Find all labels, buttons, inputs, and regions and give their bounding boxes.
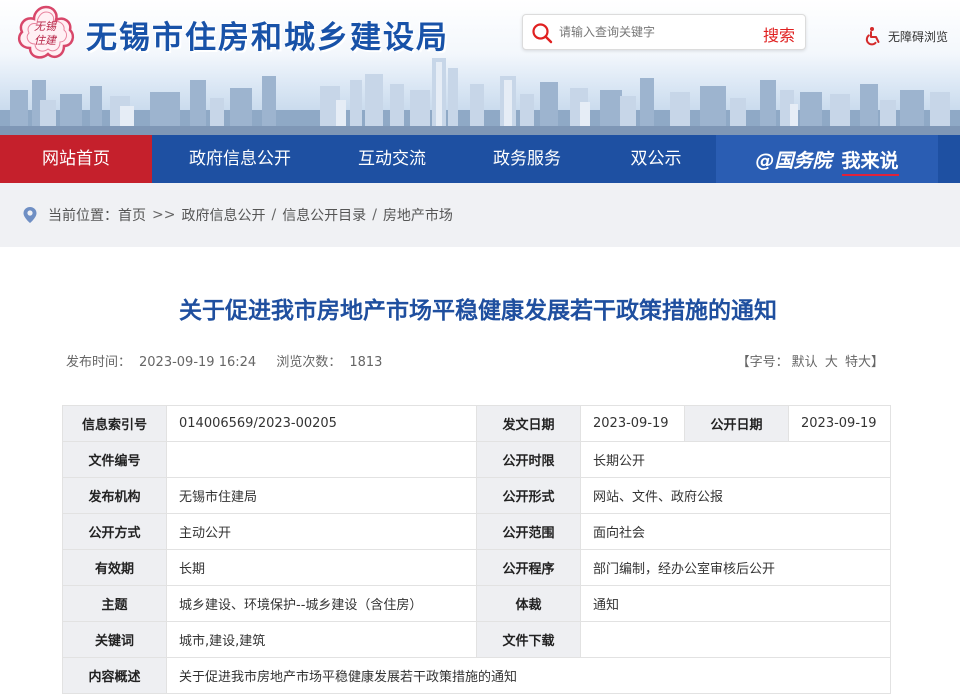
nav-item-home[interactable]: 网站首页 bbox=[0, 135, 152, 183]
info-value: 城市,建设,建筑 bbox=[166, 621, 477, 658]
info-label: 信息索引号 bbox=[62, 405, 167, 442]
state-council-label: @国务院 bbox=[755, 149, 832, 172]
info-value: 网站、文件、政府公报 bbox=[580, 477, 891, 514]
breadcrumb-real-estate[interactable]: 房地产市场 bbox=[383, 205, 453, 225]
accessibility-link[interactable]: 无障碍浏览 bbox=[864, 26, 948, 46]
publish-time-label: 发布时间： 2023-09-19 16:24 bbox=[66, 355, 264, 370]
site-title: 无锡市住房和城乡建设局 bbox=[86, 20, 449, 56]
info-label: 公开方式 bbox=[62, 513, 167, 550]
info-value: 主动公开 bbox=[166, 513, 477, 550]
nav-item-gov-services[interactable]: 政务服务 bbox=[464, 135, 590, 183]
info-value: 面向社会 bbox=[580, 513, 891, 550]
info-label: 主题 bbox=[62, 585, 167, 622]
table-row: 主题 城乡建设、环境保护--城乡建设（含住房） 体裁 通知 bbox=[62, 585, 891, 622]
font-size-end: 】 bbox=[870, 355, 884, 370]
info-label: 体裁 bbox=[476, 585, 581, 622]
state-council-feedback-link[interactable]: @国务院 我来说 bbox=[716, 135, 938, 183]
info-value: 关于促进我市房地产市场平稳健康发展若干政策措施的通知 bbox=[166, 657, 891, 694]
wheelchair-icon bbox=[865, 27, 880, 46]
nav-item-gov-info[interactable]: 政府信息公开 bbox=[160, 135, 320, 183]
info-label: 文件编号 bbox=[62, 441, 167, 478]
search-box: 搜索 bbox=[522, 14, 806, 50]
nav-item-double-publicity[interactable]: 双公示 bbox=[596, 135, 716, 183]
info-label: 发布机构 bbox=[62, 477, 167, 514]
table-row: 公开方式 主动公开 公开范围 面向社会 bbox=[62, 513, 891, 550]
info-label: 有效期 bbox=[62, 549, 167, 586]
info-value: 长期 bbox=[166, 549, 477, 586]
breadcrumb-separator: / bbox=[372, 207, 377, 223]
info-value: 部门编制，经办公室审核后公开 bbox=[580, 549, 891, 586]
font-size-xlarge[interactable]: 特大 bbox=[845, 355, 871, 370]
table-row: 文件编号 公开时限 长期公开 bbox=[62, 441, 891, 478]
info-label: 公开程序 bbox=[476, 549, 581, 586]
publish-time: 2023-09-19 16:24 bbox=[139, 355, 257, 370]
font-size-large[interactable]: 大 bbox=[825, 355, 838, 370]
logo-icon: 无锡 住建 bbox=[18, 5, 75, 59]
main-nav: 网站首页 政府信息公开 互动交流 政务服务 双公示 @国务院 我来说 bbox=[0, 135, 960, 183]
table-row: 信息索引号 014006569/2023-00205 发文日期 2023-09-… bbox=[62, 405, 891, 442]
breadcrumb-separator: / bbox=[271, 207, 277, 223]
breadcrumb-separator: >> bbox=[152, 207, 176, 223]
info-table: 信息索引号 014006569/2023-00205 发文日期 2023-09-… bbox=[62, 405, 891, 694]
file-download-link[interactable] bbox=[580, 621, 891, 658]
info-value: 城乡建设、环境保护--城乡建设（含住房） bbox=[166, 585, 477, 622]
search-input[interactable] bbox=[559, 22, 749, 42]
views-count: 1813 bbox=[349, 355, 383, 370]
info-label: 关键词 bbox=[62, 621, 167, 658]
info-label: 文件下载 bbox=[476, 621, 581, 658]
info-value: 通知 bbox=[580, 585, 891, 622]
publish-label: 发布时间： bbox=[66, 355, 132, 370]
info-value bbox=[166, 441, 477, 478]
views-text: 浏览次数： bbox=[276, 355, 342, 370]
location-pin-icon bbox=[23, 207, 37, 223]
table-row: 关键词 城市,建设,建筑 文件下载 bbox=[62, 621, 891, 658]
info-label: 公开日期 bbox=[684, 405, 789, 442]
info-label: 公开形式 bbox=[476, 477, 581, 514]
info-label: 内容概述 bbox=[62, 657, 167, 694]
city-skyline-image bbox=[0, 58, 960, 135]
breadcrumb-prefix: 当前位置： bbox=[48, 208, 118, 224]
font-size-label: 【字号： bbox=[736, 355, 789, 370]
table-row: 内容概述 关于促进我市房地产市场平稳健康发展若干政策措施的通知 bbox=[62, 657, 891, 694]
info-label: 公开时限 bbox=[476, 441, 581, 478]
info-value: 2023-09-19 bbox=[580, 405, 685, 442]
table-row: 有效期 长期 公开程序 部门编制，经办公室审核后公开 bbox=[62, 549, 891, 586]
font-size-control: 【字号： 默认 大 特大】 bbox=[737, 351, 884, 370]
svg-text:住建: 住建 bbox=[34, 34, 58, 47]
article-meta: 发布时间： 2023-09-19 16:24 浏览次数： 1813 bbox=[66, 351, 398, 370]
accessibility-label: 无障碍浏览 bbox=[888, 29, 949, 44]
nav-item-interaction[interactable]: 互动交流 bbox=[326, 135, 458, 183]
article-container: 关于促进我市房地产市场平稳健康发展若干政策措施的通知 发布时间： 2023-09-… bbox=[0, 247, 960, 697]
breadcrumb-gov-info[interactable]: 政府信息公开 bbox=[181, 205, 265, 225]
info-value: 014006569/2023-00205 bbox=[166, 405, 477, 442]
article-title: 关于促进我市房地产市场平稳健康发展若干政策措施的通知 bbox=[179, 298, 777, 324]
search-icon[interactable] bbox=[531, 22, 553, 44]
info-value: 无锡市住建局 bbox=[166, 477, 477, 514]
table-row: 发布机构 无锡市住建局 公开形式 网站、文件、政府公报 bbox=[62, 477, 891, 514]
font-size-default[interactable]: 默认 bbox=[792, 355, 818, 370]
info-value: 2023-09-19 bbox=[788, 405, 891, 442]
breadcrumb-catalog[interactable]: 信息公开目录 bbox=[282, 205, 366, 225]
info-value: 长期公开 bbox=[580, 441, 891, 478]
feedback-label: 我来说 bbox=[841, 146, 899, 176]
info-label: 公开范围 bbox=[476, 513, 581, 550]
svg-text:无锡: 无锡 bbox=[34, 20, 58, 33]
search-button[interactable]: 搜索 bbox=[763, 22, 795, 46]
header-banner: 无锡 住建 无锡市住房和城乡建设局 搜索 无障碍浏览 bbox=[0, 0, 960, 135]
views-label: 浏览次数： 1813 bbox=[276, 355, 390, 370]
info-label: 发文日期 bbox=[476, 405, 581, 442]
breadcrumb-home[interactable]: 首页 bbox=[118, 205, 146, 225]
breadcrumb: 当前位置： 首页 >> 政府信息公开 / 信息公开目录 / 房地产市场 bbox=[0, 183, 960, 247]
